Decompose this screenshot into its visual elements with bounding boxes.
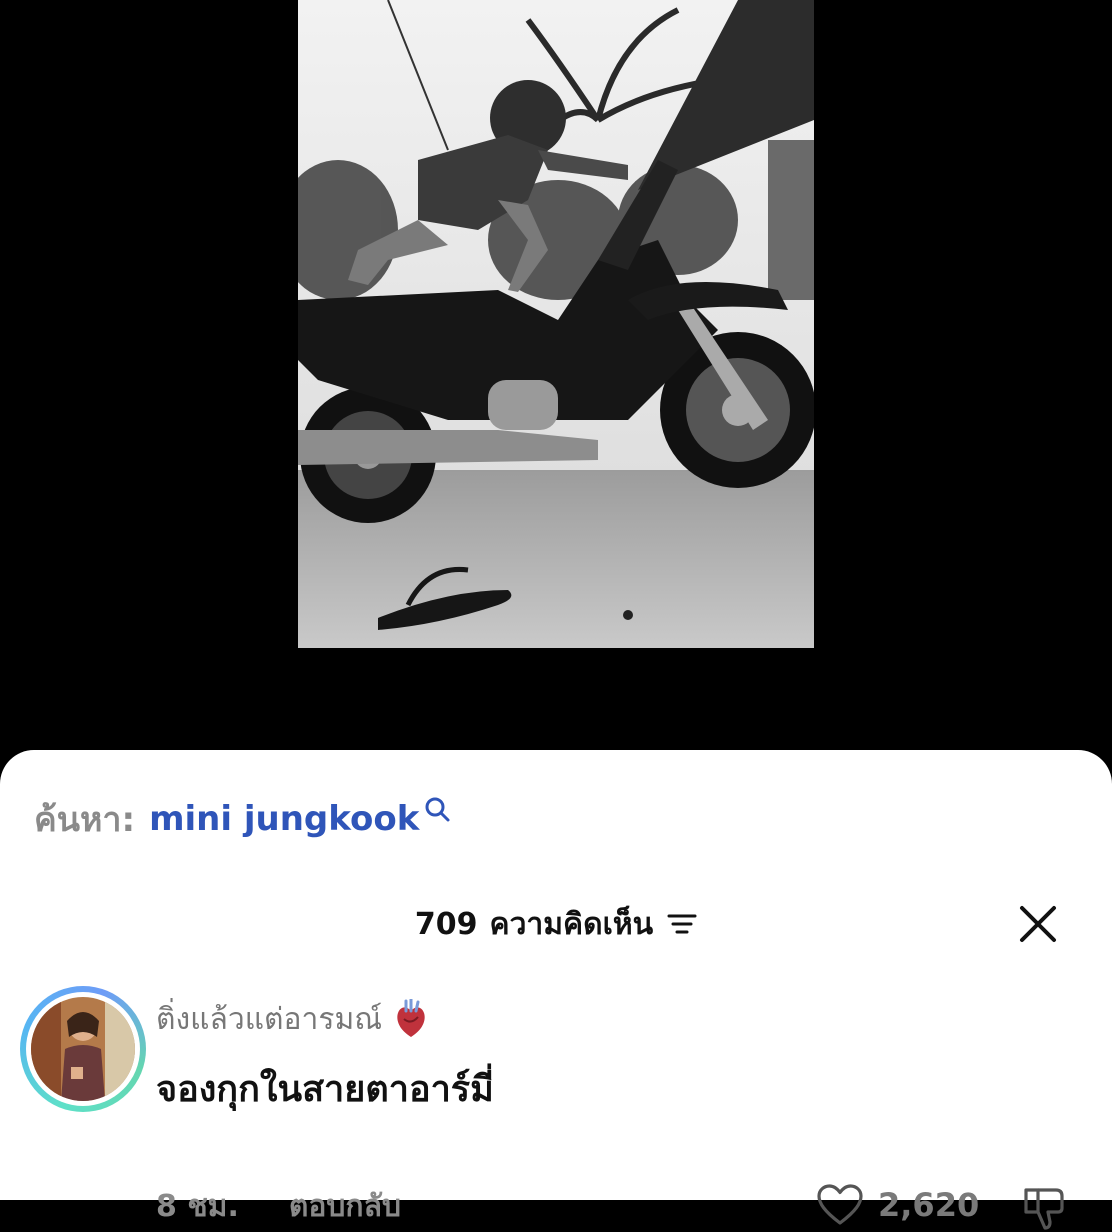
comment-count: 709 ความคิดเห็น: [415, 901, 697, 948]
motorcycle-photo: [298, 0, 814, 648]
comment-timestamp: 8 ชม.: [156, 1188, 239, 1224]
video-frame[interactable]: [298, 0, 814, 648]
heart-icon[interactable]: [816, 1183, 864, 1227]
video-player[interactable]: [0, 0, 1112, 760]
avatar-story-ring[interactable]: [20, 986, 146, 1112]
comment-username-row: ติ่งแล้วแต่อารมณ์: [156, 996, 428, 1042]
comment-count-label: ความคิดเห็น: [489, 906, 654, 942]
comment-count-number: 709: [414, 906, 478, 942]
comment-username[interactable]: ติ่งแล้วแต่อารมณ์: [156, 996, 382, 1043]
search-query[interactable]: mini jungkook: [149, 799, 419, 839]
search-prefix: ค้นหา:: [34, 800, 136, 840]
comments-header: 709 ความคิดเห็น: [0, 896, 1112, 952]
close-button[interactable]: [1014, 900, 1062, 948]
sort-icon[interactable]: [667, 912, 697, 936]
comment-item: ติ่งแล้วแต่อารมณ์ จองกุกในสายตาอาร์มี่ 8…: [0, 982, 1112, 1230]
close-icon: [1020, 906, 1056, 942]
search-suggestion[interactable]: ค้นหา: mini jungkook: [34, 794, 451, 844]
reply-button[interactable]: ตอบกลับ: [289, 1183, 401, 1230]
search-icon[interactable]: [423, 795, 451, 823]
anatomical-heart-emoji: [397, 999, 425, 1037]
comments-sheet: ค้นหา: mini jungkook 709 ความคิดเห็น ติ่…: [0, 750, 1112, 1230]
like-group: 2,620: [816, 1180, 979, 1230]
like-count: 2,620: [878, 1186, 980, 1224]
comment-text: จองกุกในสายตาอาร์มี่: [156, 1069, 494, 1110]
comment-meta: 8 ชม. ตอบกลับ: [156, 1184, 401, 1228]
dislike-icon[interactable]: [1020, 1184, 1068, 1232]
avatar: [31, 997, 135, 1101]
